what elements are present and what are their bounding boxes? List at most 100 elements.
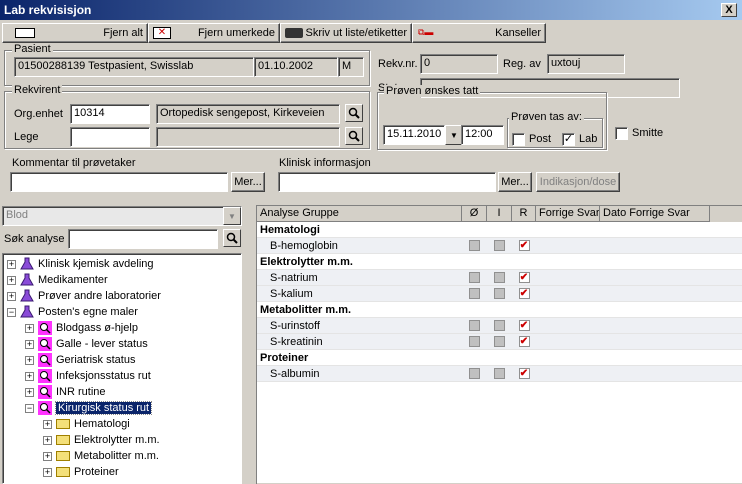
expand-icon[interactable]: + [43, 451, 52, 461]
expand-icon[interactable]: + [43, 435, 52, 445]
col-header-o[interactable]: Ø [462, 206, 487, 222]
date-input[interactable]: 15.11.2010 [383, 125, 445, 145]
group-row[interactable]: Hematologi [257, 222, 742, 238]
smitte-checkbox[interactable] [615, 127, 628, 140]
col-header-analyse[interactable]: Analyse Gruppe [257, 206, 462, 222]
table-row[interactable]: S-kalium ✔ [257, 286, 742, 302]
analysis-grid: Analyse Gruppe Ø I R Forrige Svar Dato F… [256, 205, 742, 484]
expand-icon[interactable]: + [25, 339, 34, 349]
skriv-ut-button[interactable]: Skriv ut liste/etiketter [280, 23, 412, 43]
expand-icon[interactable]: + [7, 291, 16, 301]
group-row[interactable]: Elektrolytter m.m. [257, 254, 742, 270]
tree-item-label: Medikamenter [38, 274, 108, 286]
col-header-i[interactable]: I [487, 206, 512, 222]
expand-icon[interactable]: + [43, 419, 52, 429]
group-row[interactable]: Proteiner [257, 350, 742, 366]
table-row[interactable]: S-albumin ✔ [257, 366, 742, 382]
tree-item[interactable]: + Proteiner [7, 464, 241, 480]
folder-icon [56, 419, 70, 429]
checkbox-r[interactable]: ✔ [518, 272, 530, 283]
tree-item-label: Hematologi [74, 418, 130, 430]
close-button[interactable]: X [721, 3, 737, 17]
checkbox-r[interactable]: ✔ [518, 336, 530, 347]
tree-item[interactable]: + INR rutine [7, 384, 241, 400]
checkbox-i[interactable] [494, 288, 505, 299]
flask-icon [20, 273, 34, 287]
time-input[interactable]: 12:00 [461, 125, 504, 145]
checkbox-o[interactable] [469, 320, 480, 331]
analysis-name: S-albumin [270, 367, 320, 380]
tree-item[interactable]: − Posten's egne maler [7, 304, 241, 320]
sample-dropdown-button[interactable]: ▼ [223, 207, 241, 225]
checkbox-o[interactable] [469, 240, 480, 251]
kommentar-input[interactable] [10, 172, 228, 192]
klinisk-mer-button[interactable]: Mer... [498, 172, 532, 192]
checkbox-i[interactable] [494, 336, 505, 347]
fjern-alt-label: Fjern alt [103, 27, 143, 39]
expand-icon[interactable]: + [25, 323, 34, 333]
col-header-forrige-svar[interactable]: Forrige Svar [536, 206, 600, 222]
expand-icon[interactable]: + [25, 355, 34, 365]
table-row[interactable]: B-hemoglobin ✔ [257, 238, 742, 254]
magnifier-icon [38, 353, 52, 367]
fjern-alt-button[interactable]: Fjern alt [2, 23, 148, 43]
collapse-icon[interactable]: − [7, 307, 16, 317]
tree-item[interactable]: + Metabolitter m.m. [7, 448, 241, 464]
collapse-icon[interactable]: − [25, 403, 34, 413]
sample-type-select[interactable]: Blod [2, 206, 242, 226]
expand-icon[interactable]: + [7, 275, 16, 285]
tree-item[interactable]: + Infeksjonsstatus rut [7, 368, 241, 384]
checkbox-r[interactable]: ✔ [518, 240, 530, 251]
post-label: Post [529, 133, 552, 145]
checkbox-i[interactable] [494, 272, 505, 283]
expand-icon[interactable]: + [7, 259, 16, 269]
tree-item-label: Prøver andre laboratorier [38, 290, 161, 302]
table-row[interactable]: S-natrium ✔ [257, 270, 742, 286]
checkbox-o[interactable] [469, 288, 480, 299]
expand-icon[interactable]: + [25, 371, 34, 381]
group-row[interactable]: Metabolitter m.m. [257, 302, 742, 318]
checkbox-r[interactable]: ✔ [518, 320, 530, 331]
tree-item[interactable]: − Kirurgisk status rut [7, 400, 241, 416]
lab-checkbox[interactable]: ✓ [562, 133, 575, 146]
tree-item-label: Metabolitter m.m. [74, 450, 159, 462]
search-input[interactable] [68, 229, 218, 249]
klinisk-input[interactable] [278, 172, 496, 192]
checkbox-i[interactable] [494, 240, 505, 251]
checkbox-o[interactable] [469, 336, 480, 347]
expand-icon[interactable]: + [43, 467, 52, 477]
fjern-umerkede-button[interactable]: ✕ Fjern umerkede [148, 23, 280, 43]
checkbox-r[interactable]: ✔ [518, 368, 530, 379]
tree-item[interactable]: + Elektrolytter m.m. [7, 432, 241, 448]
tree-item[interactable]: + Blodgass ø-hjelp [7, 320, 241, 336]
checkbox-i[interactable] [494, 320, 505, 331]
post-checkbox[interactable] [512, 133, 525, 146]
lab-label: Lab [579, 133, 598, 145]
tree-item[interactable]: + Medikamenter [7, 272, 241, 288]
table-row[interactable]: S-urinstoff ✔ [257, 318, 742, 334]
org-search-button[interactable] [345, 104, 363, 122]
analysis-name: Metabolitter m.m. [260, 303, 352, 316]
checkbox-r[interactable]: ✔ [518, 288, 530, 299]
tree-item[interactable]: + Klinisk kjemisk avdeling [7, 256, 241, 272]
lege-input[interactable] [70, 127, 150, 147]
checkbox-o[interactable] [469, 272, 480, 283]
tree-item[interactable]: + Hematologi [7, 416, 241, 432]
expand-icon[interactable]: + [25, 387, 34, 397]
kanseller-button[interactable]: ⧉▬ Kanseller [412, 23, 546, 43]
indikasjon-button[interactable]: Indikasjon/dose [536, 172, 620, 192]
checkbox-i[interactable] [494, 368, 505, 379]
tree-item[interactable]: + Galle - lever status [7, 336, 241, 352]
tree-item[interactable]: + Geriatrisk status [7, 352, 241, 368]
lege-search-button[interactable] [345, 127, 363, 145]
checkbox-o[interactable] [469, 368, 480, 379]
analysis-tree[interactable]: + Klinisk kjemisk avdeling + Medikamenter + P… [2, 253, 242, 484]
search-button[interactable] [223, 229, 241, 247]
kommentar-mer-button[interactable]: Mer... [231, 172, 265, 192]
col-header-dato[interactable]: Dato Forrige Svar [600, 206, 710, 222]
org-enhet-input[interactable]: 10314 [70, 104, 150, 124]
tree-item[interactable]: + Prøver andre laboratorier [7, 288, 241, 304]
analysis-name: Elektrolytter m.m. [260, 255, 353, 268]
col-header-r[interactable]: R [512, 206, 536, 222]
table-row[interactable]: S-kreatinin ✔ [257, 334, 742, 350]
